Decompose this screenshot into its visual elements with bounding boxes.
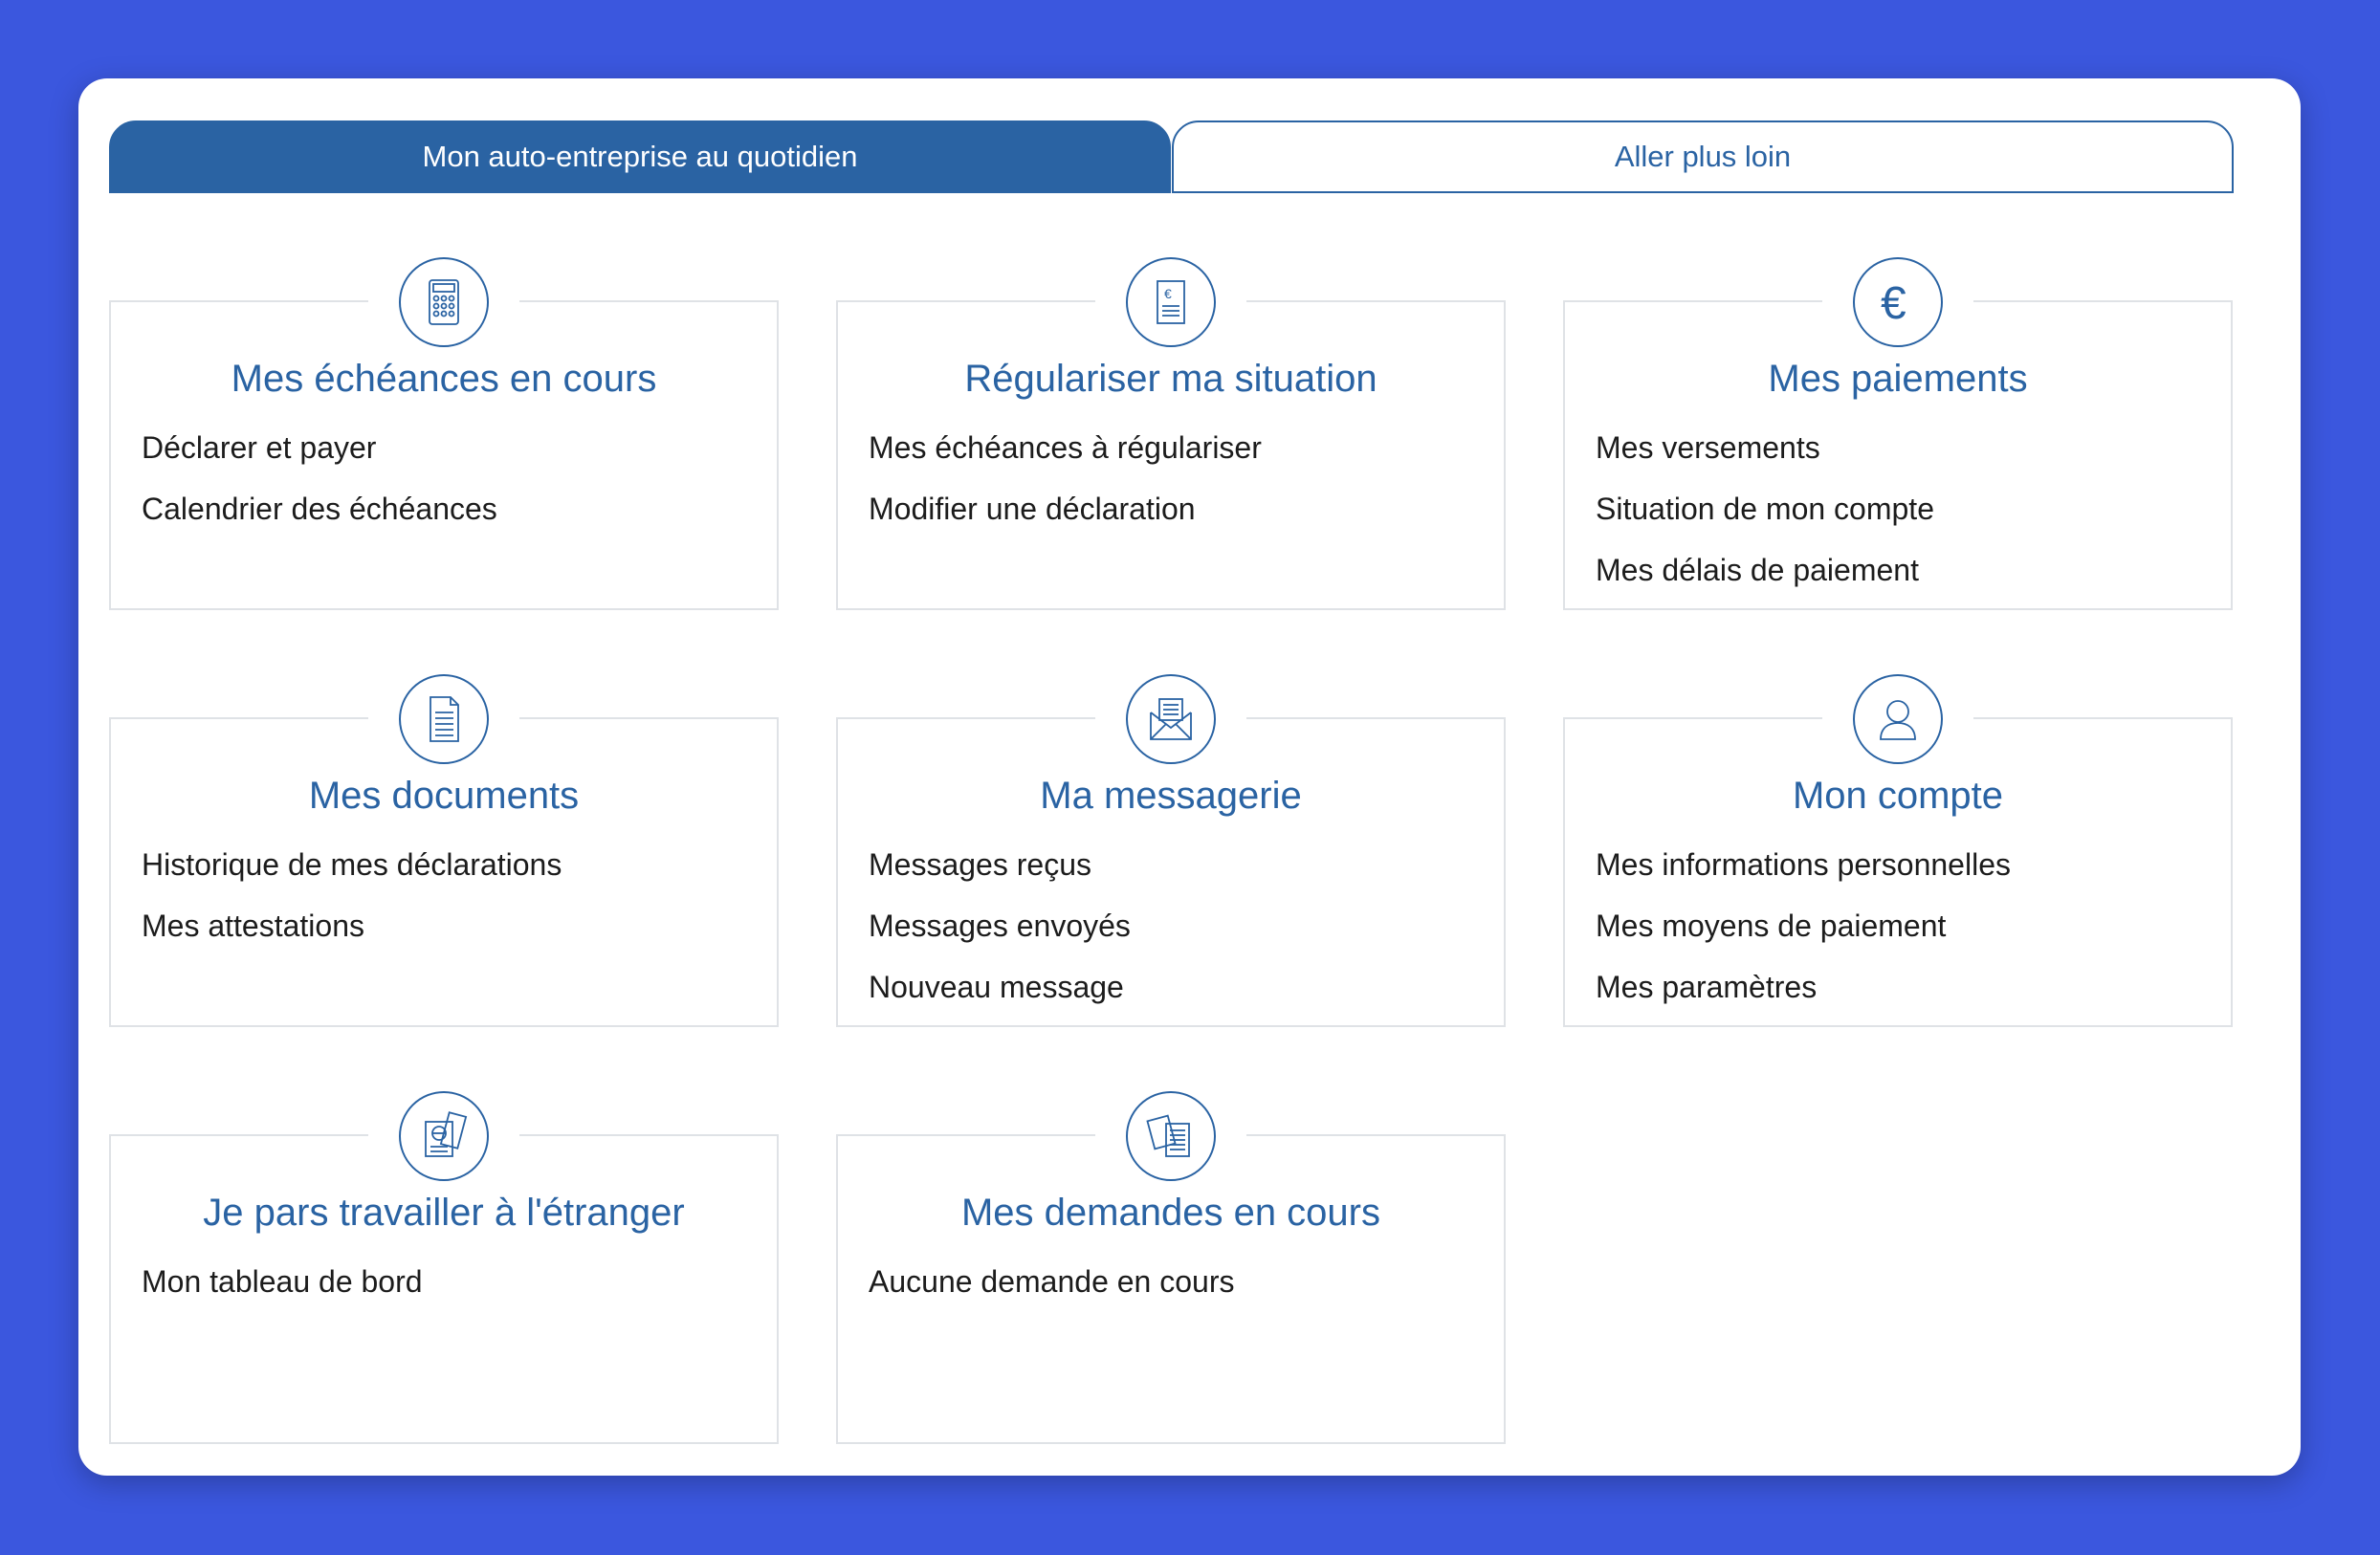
euro-icon: €: [1853, 257, 1943, 347]
svg-text:€: €: [1881, 278, 1906, 329]
tab-bar: Mon auto-entreprise au quotidien Aller p…: [109, 120, 2234, 193]
card-title: Je pars travailler à l'étranger: [203, 1192, 685, 1234]
link-messages-envoyes[interactable]: Messages envoyés: [869, 907, 1131, 968]
card-paiements: € Mes paiements Mes versements Situation…: [1563, 254, 2233, 612]
link-modifier-declaration[interactable]: Modifier une déclaration: [869, 490, 1262, 551]
card-title: Régulariser ma situation: [964, 358, 1377, 400]
link-echeances-regulariser[interactable]: Mes échéances à régulariser: [869, 428, 1262, 490]
tab-quotidien[interactable]: Mon auto-entreprise au quotidien: [109, 120, 1171, 193]
card-echeances: Mes échéances en cours Déclarer et payer…: [109, 254, 779, 610]
link-nouveau-message[interactable]: Nouveau message: [869, 968, 1131, 1029]
card-documents: Mes documents Historique de mes déclarat…: [109, 671, 779, 1027]
card-regulariser: € Régulariser ma situation Mes échéances…: [836, 254, 1506, 610]
link-aucune-demande: Aucune demande en cours: [869, 1264, 1235, 1299]
tab-aller-plus-loin[interactable]: Aller plus loin: [1172, 120, 2234, 193]
svg-text:€: €: [1164, 286, 1172, 301]
card-demandes: Mes demandes en cours Aucune demande en …: [836, 1088, 1506, 1444]
user-icon: [1853, 674, 1943, 764]
calculator-icon: [399, 257, 489, 347]
card-title: Mes demandes en cours: [960, 1192, 1380, 1234]
passport-icon: [399, 1091, 489, 1181]
link-versements[interactable]: Mes versements: [1596, 428, 1934, 490]
link-declarer-payer[interactable]: Déclarer et payer: [142, 428, 497, 490]
documents-stack-icon: [1126, 1091, 1216, 1181]
link-situation-compte[interactable]: Situation de mon compte: [1596, 490, 1934, 551]
link-calendrier[interactable]: Calendrier des échéances: [142, 490, 497, 551]
envelope-icon: [1126, 674, 1216, 764]
card-title: Ma messagerie: [1040, 775, 1302, 817]
card-compte: Mon compte Mes informations personnelles…: [1563, 671, 2233, 1029]
link-moyens-paiement[interactable]: Mes moyens de paiement: [1596, 907, 2011, 968]
card-etranger: Je pars travailler à l'étranger Mon tabl…: [109, 1088, 779, 1444]
card-messagerie: Ma messagerie Messages reçus Messages en…: [836, 671, 1506, 1029]
main-panel: Mon auto-entreprise au quotidien Aller p…: [78, 78, 2301, 1476]
link-informations-personnelles[interactable]: Mes informations personnelles: [1596, 845, 2011, 907]
document-icon: [399, 674, 489, 764]
link-messages-recus[interactable]: Messages reçus: [869, 845, 1131, 907]
card-title: Mes documents: [308, 775, 580, 817]
link-historique-declarations[interactable]: Historique de mes déclarations: [142, 845, 562, 907]
card-title: Mes paiements: [1768, 358, 2028, 400]
link-tableau-de-bord[interactable]: Mon tableau de bord: [142, 1262, 423, 1324]
link-parametres[interactable]: Mes paramètres: [1596, 968, 2011, 1029]
card-title: Mes échéances en cours: [231, 358, 657, 400]
link-delais-paiement[interactable]: Mes délais de paiement: [1596, 551, 1934, 612]
euro-document-icon: €: [1126, 257, 1216, 347]
link-attestations[interactable]: Mes attestations: [142, 907, 562, 968]
card-title: Mon compte: [1792, 775, 2004, 817]
